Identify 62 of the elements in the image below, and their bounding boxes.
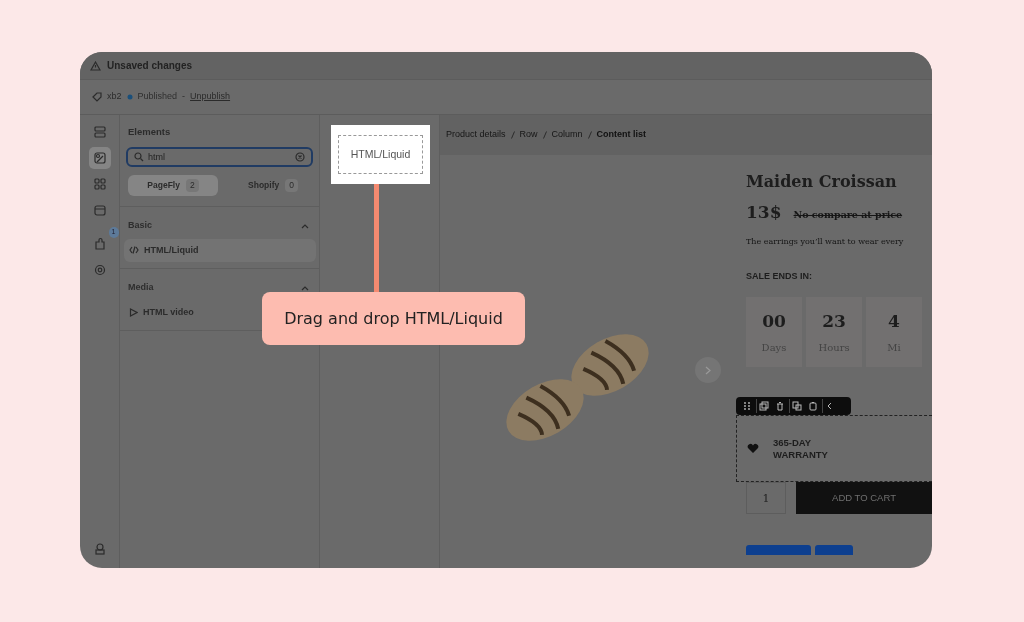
compare-price: No compare at price <box>793 208 903 222</box>
banner-title: Unsaved changes <box>107 59 193 73</box>
chevron-icon <box>301 222 309 229</box>
slash-icon <box>510 131 515 139</box>
toolbar-button[interactable] <box>789 399 804 413</box>
search-box[interactable]: html <box>126 147 313 168</box>
layers-icon <box>92 125 107 139</box>
drag-preview[interactable]: HTML/Liquid <box>331 125 430 184</box>
slash-icon <box>542 131 547 139</box>
tag-icon <box>92 92 102 102</box>
count-badge: 0 <box>285 179 298 192</box>
separator-text: - <box>182 90 186 104</box>
elements-icon <box>92 151 107 165</box>
unpublish-link[interactable]: Unpublish <box>190 90 231 104</box>
grid-icon <box>92 177 107 191</box>
drag-preview-label: HTML/Liquid <box>338 135 423 174</box>
count-badge: 2 <box>185 179 199 192</box>
element-item[interactable]: HTML/Liquid <box>124 238 316 262</box>
chevron-icon <box>301 284 309 291</box>
chevron-right-icon <box>705 365 711 375</box>
countdown-value: 00 <box>762 309 786 333</box>
group-title: Media <box>128 281 154 294</box>
product-title: Maiden Croissan <box>746 171 898 193</box>
delete-icon <box>775 401 785 411</box>
countdown-value: 23 <box>822 309 846 333</box>
settings-icon <box>92 263 107 277</box>
slash-icon <box>587 131 592 139</box>
drag-handle-icon <box>742 401 752 411</box>
add-to-cart-button[interactable]: ADD TO CART <box>796 482 932 514</box>
duplicate-icon <box>759 401 769 411</box>
panel-title: Elements <box>127 125 172 139</box>
sale-label: SALE ENDS IN: <box>746 269 813 283</box>
clear-icon[interactable] <box>295 152 305 163</box>
search-icon <box>134 152 144 163</box>
next-button[interactable] <box>695 357 721 383</box>
clipboard-icon <box>808 401 818 411</box>
status-dot-icon <box>126 94 133 100</box>
box-icon <box>92 203 107 217</box>
filter-tab[interactable]: PageFly 2 <box>128 175 218 196</box>
toolbar-button[interactable] <box>806 399 820 413</box>
code-icon <box>129 246 139 255</box>
group-header[interactable]: Basic <box>120 206 319 239</box>
breadcrumb-link[interactable]: Content list <box>596 128 647 142</box>
product-price: 13$ <box>746 201 782 224</box>
product-description: The earrings you’ll want to wear every <box>746 235 905 248</box>
countdown-value: 4 <box>888 309 900 333</box>
warning-icon <box>90 60 101 71</box>
page-name: xb2 <box>107 90 122 104</box>
heart-icon <box>747 443 759 454</box>
breadcrumb-link[interactable]: Column <box>551 128 583 142</box>
warranty-text: 365-DAY WARRANTY <box>773 436 829 461</box>
sidebar-tab[interactable] <box>88 147 111 169</box>
drag-hint-tooltip: Drag and drop HTML/Liquid <box>262 292 525 345</box>
breadcrumb-link[interactable]: Product details <box>446 128 506 142</box>
search-field[interactable]: html <box>148 150 291 164</box>
copy-icon <box>792 401 802 411</box>
play-icon <box>129 307 138 317</box>
filter-tab[interactable]: Shopify 0 <box>228 175 318 196</box>
group-title: Basic <box>128 219 153 232</box>
quantity-field[interactable]: 1 <box>746 482 786 514</box>
toolbar-button[interactable] <box>756 399 771 413</box>
breadcrumb-link[interactable]: Row <box>519 128 538 142</box>
